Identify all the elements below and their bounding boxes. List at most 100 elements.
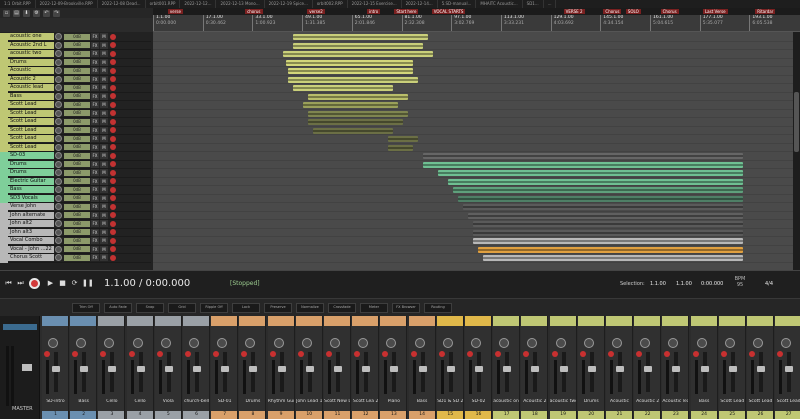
channel-fader[interactable] [587,366,596,372]
track-name[interactable]: Scott Lead [8,109,54,117]
channel-fader[interactable] [80,366,89,372]
vertical-scrollbar[interactable] [793,32,800,270]
channel-name[interactable]: Acoustic 2 [634,399,660,404]
track-header[interactable]: Scott Lead 0dB FX M [8,109,151,118]
track-record-arm[interactable] [110,59,116,66]
channel-fader[interactable] [672,366,681,372]
toolstrip-box[interactable]: Snap [136,303,164,313]
record-arm-icon[interactable] [269,351,276,357]
track-name[interactable]: Acoustic [8,67,54,75]
track-pan-knob[interactable] [55,58,62,66]
mixer-channel-strip[interactable]: Bass 24 [690,316,718,419]
track-pan-knob[interactable] [55,160,62,168]
track-header[interactable]: Acoustic 2nd L 0dB FX M [8,41,151,50]
channel-fader[interactable] [757,366,765,372]
master-fx-slot[interactable] [3,324,37,330]
bpm-display[interactable]: BPM 95 [733,276,747,288]
pan-knob[interactable] [527,338,538,348]
track-volume-fader[interactable]: 0dB [64,237,90,244]
scrollbar-thumb[interactable] [794,92,799,152]
track-name[interactable]: Chorus Scott [8,254,54,262]
track-mute-button[interactable]: M [100,109,108,117]
record-arm-icon[interactable] [44,351,50,357]
track-volume-fader[interactable]: 0dB [64,144,90,151]
track-pan-knob[interactable] [55,101,62,109]
project-tab[interactable]: 2022-12-14... [402,0,438,8]
save-icon[interactable]: ⬇ [23,9,30,17]
track-volume-fader[interactable]: 0dB [64,135,90,142]
track-lane[interactable] [153,127,793,135]
pan-knob[interactable] [696,338,707,348]
pan-knob[interactable] [612,338,622,348]
media-item[interactable] [313,127,393,134]
track-fx-button[interactable]: FX [91,254,99,262]
record-arm-icon[interactable] [185,351,191,357]
track-header[interactable]: Drums 0dB FX M [8,160,151,169]
mixer-channel-strip[interactable]: Cello 4 [126,316,154,419]
channel-fader[interactable] [136,366,145,372]
track-volume-fader[interactable]: 0dB [64,152,90,159]
track-record-arm[interactable] [110,135,116,142]
mixer-channel-strip[interactable]: acoustic one 17 [493,316,521,419]
track-name[interactable]: Scott Lead [8,135,54,143]
track-header[interactable]: Scott Lead 0dB FX M [8,143,151,152]
media-item[interactable] [286,59,413,66]
channel-name[interactable]: Scott Lea 2 [352,399,378,404]
project-marker[interactable]: SOLO [625,9,641,14]
record-arm-icon[interactable] [326,351,332,357]
track-name[interactable]: acoustic two [8,50,54,58]
media-item[interactable] [483,255,743,261]
time-signature[interactable]: 4/4 [765,281,773,287]
track-fx-button[interactable]: FX [91,41,99,49]
media-item[interactable] [423,153,743,159]
track-lane[interactable] [153,59,793,67]
track-mute-button[interactable]: M [100,143,108,151]
track-volume-fader[interactable]: 0dB [64,118,90,125]
track-volume-fader[interactable]: 0dB [64,76,90,83]
track-lane[interactable] [153,110,793,118]
track-header[interactable]: Drums 0dB FX M [8,169,151,178]
track-fx-button[interactable]: FX [91,92,99,100]
track-record-arm[interactable] [110,76,116,83]
track-pan-knob[interactable] [55,109,62,117]
project-tab[interactable]: 2022-12-12... [180,0,217,8]
stop-icon[interactable]: ■ [58,279,67,288]
track-header[interactable]: Drums 0dB FX M [8,58,151,67]
project-tab[interactable]: 2022-12-15 Exercise... [348,0,402,8]
track-volume-fader[interactable]: 0dB [64,246,90,253]
pan-knob[interactable] [160,338,171,348]
track-volume-fader[interactable]: 0dB [64,229,90,236]
pan-knob[interactable] [414,338,425,348]
track-volume-fader[interactable]: 0dB [64,84,90,91]
track-pan-knob[interactable] [55,254,62,262]
track-name[interactable]: Scott Lead [8,126,54,134]
mixer-channel-strip[interactable]: Viola 5 [154,316,182,419]
track-fx-button[interactable]: FX [91,194,99,202]
project-tab[interactable]: orbit002.RPP [313,0,348,8]
track-record-arm[interactable] [110,246,116,253]
track-header[interactable]: Bass 0dB FX M [8,186,151,195]
mixer-channel-strip[interactable]: Acoustic 2 22 [634,316,662,419]
track-lane[interactable] [153,135,793,144]
pan-knob[interactable] [217,338,228,348]
channel-name[interactable]: Rhythm Gui [268,399,294,404]
channel-name[interactable]: SD-01 [211,399,237,404]
track-mute-button[interactable]: M [100,152,108,160]
track-mute-button[interactable]: M [100,75,108,83]
track-pan-knob[interactable] [55,203,62,211]
track-mute-button[interactable]: M [100,84,108,92]
pan-knob[interactable] [583,338,594,348]
track-header[interactable]: John alt3 0dB FX M [8,228,151,237]
pan-knob[interactable] [245,338,256,348]
track-pan-knob[interactable] [55,41,62,49]
toolstrip-box[interactable]: Trim Off [72,303,100,313]
media-item[interactable] [308,110,408,117]
mixer-channel-strip[interactable]: Piano 13 [380,316,408,419]
track-volume-fader[interactable]: 0dB [64,101,90,108]
track-fx-button[interactable]: FX [91,75,99,83]
track-header[interactable]: Electric Guitar 0dB FX M [8,177,151,186]
channel-name[interactable]: Acoustic 2 [521,399,547,404]
track-fx-button[interactable]: FX [91,203,99,211]
track-pan-knob[interactable] [55,118,62,126]
record-arm-icon[interactable] [523,351,530,357]
